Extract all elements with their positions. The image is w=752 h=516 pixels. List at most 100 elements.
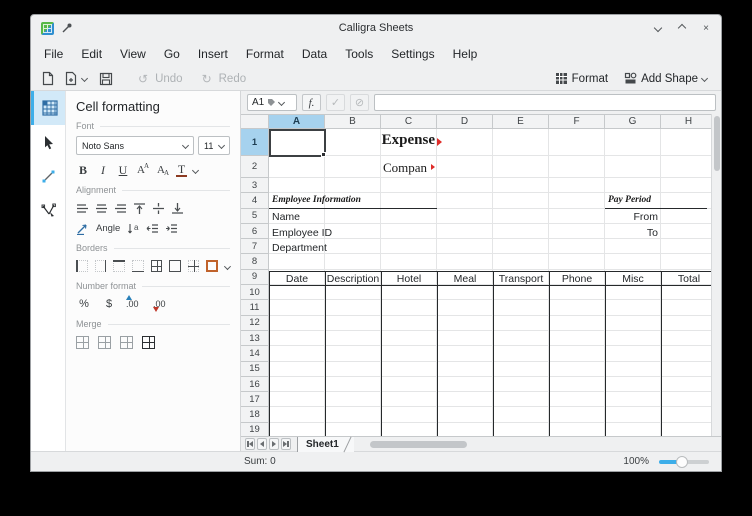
grid-row[interactable] [269,285,711,300]
dissociate-cells-button[interactable] [142,336,155,349]
cell-employee-id[interactable]: Employee ID [272,227,332,239]
border-right-button[interactable] [95,260,107,272]
cell-to[interactable]: To [605,227,658,239]
row-header[interactable]: 19 [241,423,269,436]
merge-cells-button[interactable] [76,336,89,349]
menu-item[interactable]: View [111,43,155,65]
row-header[interactable]: 4 [241,193,269,208]
table-header-cell[interactable]: Phone [549,272,605,285]
percent-format-button[interactable]: % [76,298,92,310]
vertical-text-button[interactable]: a [127,222,140,235]
angle-label[interactable]: Angle [95,223,121,234]
increase-indent-button[interactable] [165,222,178,235]
path-tool-button[interactable] [31,193,65,227]
column-header[interactable]: C [381,114,437,129]
menu-item[interactable]: File [35,43,72,65]
row-header[interactable]: 18 [241,407,269,422]
border-bottom-button[interactable] [132,260,144,272]
table-header-cell[interactable]: Date [269,272,325,285]
zoom-slider-handle[interactable] [676,456,688,468]
cell-reference-box[interactable]: A1 [247,94,297,111]
line-tool-button[interactable] [31,159,65,193]
accept-formula-button[interactable]: ✓ [326,94,345,111]
row-header[interactable]: 3 [241,178,269,193]
row-header[interactable]: 13 [241,331,269,346]
open-document-button[interactable] [64,71,87,86]
cancel-formula-button[interactable]: ⊘ [350,94,369,111]
underline-button[interactable]: U [116,163,130,178]
menu-item[interactable]: Edit [72,43,111,65]
grid-row[interactable] [269,316,711,331]
formula-input[interactable] [374,94,716,111]
table-header-cell[interactable]: Meal [437,272,493,285]
italic-button[interactable]: I [96,163,110,178]
cell-from[interactable]: From [605,211,658,223]
row-header[interactable]: 12 [241,316,269,331]
vertical-scrollbar[interactable] [711,114,721,436]
grid-row[interactable] [269,178,711,193]
menu-item[interactable]: Help [444,43,487,65]
font-color-dropdown-icon[interactable] [192,166,199,173]
border-outline-button[interactable] [169,260,181,272]
grid-row[interactable] [269,377,711,392]
grid-row[interactable] [269,300,711,315]
column-header[interactable]: A [269,114,325,129]
align-left-button[interactable] [76,202,89,215]
cell-department[interactable]: Department [272,242,327,254]
grid-row[interactable] [269,362,711,377]
align-right-button[interactable] [114,202,127,215]
cell-employee-information[interactable]: Employee Information [272,195,361,205]
column-header[interactable]: D [437,114,493,129]
border-color-button[interactable] [206,260,218,272]
superscript-button[interactable]: AA [136,164,150,176]
cell-pay-period[interactable]: Pay Period [608,195,651,205]
row-header[interactable]: 14 [241,346,269,361]
row-header[interactable]: 9 [241,270,269,285]
column-header[interactable]: E [493,114,549,129]
increase-precision-button[interactable]: .00 [126,299,144,309]
previous-sheet-button[interactable] [257,438,267,450]
insert-function-button[interactable]: f. [302,94,321,111]
bold-button[interactable]: B [76,163,90,178]
font-size-select[interactable]: 11 [198,136,230,155]
currency-format-button[interactable]: $ [101,298,117,310]
menu-item[interactable]: Tools [336,43,382,65]
grid-row[interactable] [269,392,711,407]
menu-item[interactable]: Insert [189,43,237,65]
align-middle-button[interactable] [152,202,165,215]
sheet-canvas[interactable]: Expense Compan Employee Information Pay … [269,129,711,436]
border-all-button[interactable] [151,260,163,272]
cell-reference-dropdown-icon[interactable] [278,99,285,106]
merge-vertical-button[interactable] [120,336,133,349]
selection-fill-handle[interactable] [321,152,326,157]
row-header[interactable]: 8 [241,254,269,269]
column-header[interactable]: H [661,114,711,129]
table-header-cell[interactable]: Transport [493,272,549,285]
menu-item[interactable]: Go [155,43,189,65]
border-inner-button[interactable] [188,260,200,272]
cell-subtitle[interactable]: Compan [269,160,427,176]
cell-name[interactable]: Name [272,211,300,223]
align-bottom-button[interactable] [171,202,184,215]
border-left-button[interactable] [76,260,88,272]
grid-row[interactable] [269,254,711,269]
redo-button[interactable]: ↻Redo [202,72,247,86]
grid-row[interactable] [269,423,711,436]
subscript-button[interactable]: AA [156,164,170,176]
row-header[interactable]: 10 [241,285,269,300]
add-shape-button[interactable]: Add Shape [624,72,707,85]
next-sheet-button[interactable] [269,438,279,450]
font-family-select[interactable]: Noto Sans [76,136,194,155]
decrease-precision-button[interactable]: .00 [153,299,171,309]
menu-item[interactable]: Settings [382,43,443,65]
grid-row[interactable] [269,407,711,422]
align-top-button[interactable] [133,202,146,215]
menu-item[interactable]: Format [237,43,293,65]
grid-row[interactable] [269,331,711,346]
table-header-cell[interactable]: Hotel [381,272,437,285]
vertical-scrollbar-thumb[interactable] [714,116,720,171]
selection-tool-button[interactable] [31,125,65,159]
menu-item[interactable]: Data [293,43,336,65]
row-header[interactable]: 1 [241,129,269,156]
row-header[interactable]: 16 [241,377,269,392]
